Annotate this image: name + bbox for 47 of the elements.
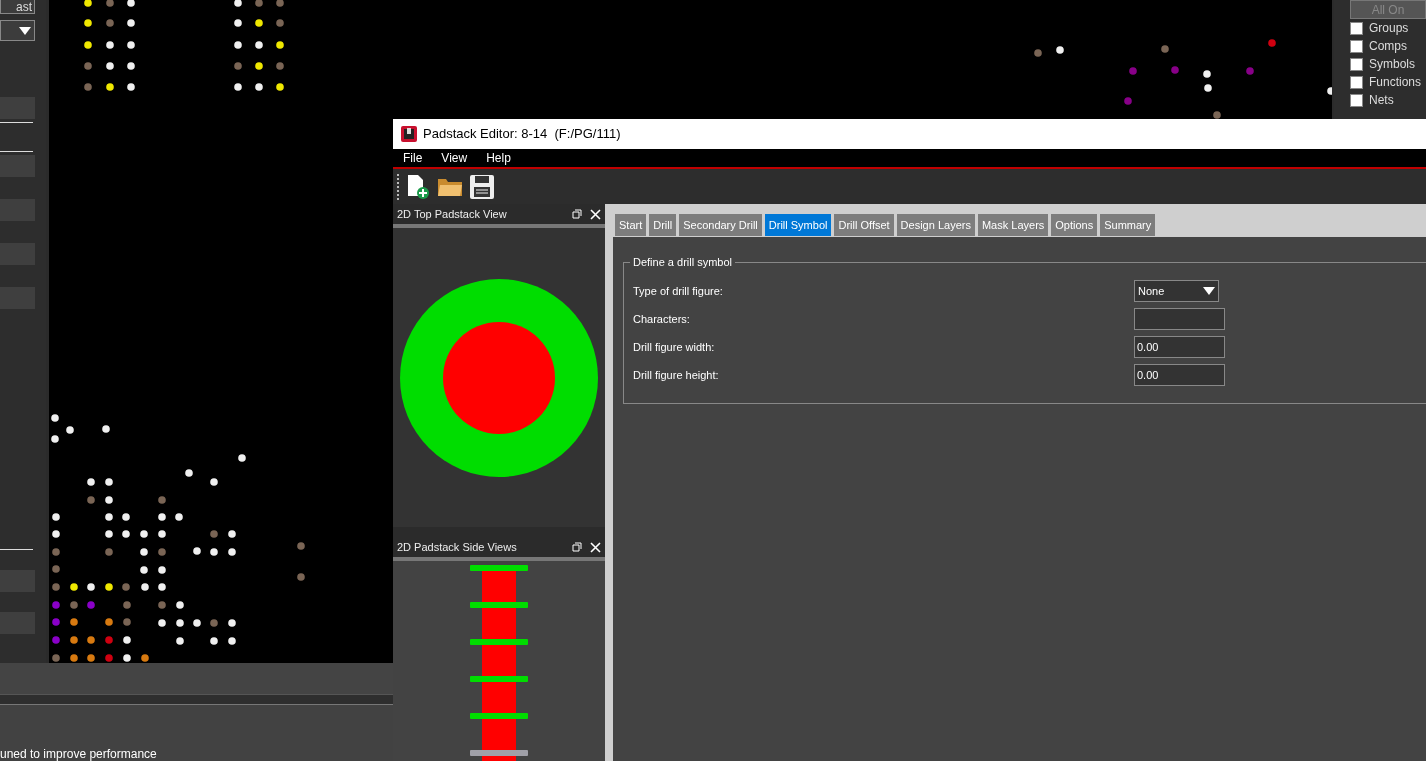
dropdown[interactable]: None — [1134, 280, 1219, 302]
caret-icon — [19, 26, 31, 35]
layer-label: Functions — [1369, 74, 1422, 91]
tab[interactable]: Mask Layers — [977, 214, 1049, 236]
menu-item[interactable]: File — [395, 149, 431, 167]
menu-item[interactable]: Help — [478, 149, 519, 167]
toolbar-button[interactable]: ast — [0, 0, 35, 14]
tab[interactable]: Design Layers — [896, 214, 975, 236]
status-message: uned to improve performance — [0, 747, 157, 761]
close-icon[interactable] — [590, 541, 601, 553]
group-title: Define a drill symbol — [630, 255, 736, 269]
tab[interactable]: Summary — [1100, 214, 1156, 236]
layer-label: Symbols — [1369, 56, 1415, 73]
checkbox[interactable] — [1350, 75, 1363, 89]
new-file-icon[interactable] — [405, 173, 431, 200]
caret-icon — [1203, 287, 1215, 295]
dropdown[interactable] — [0, 20, 35, 41]
tab[interactable]: Drill Symbol — [764, 214, 832, 236]
panel-title: 2D Top Padstack View — [397, 206, 507, 222]
tab[interactable]: Options — [1051, 214, 1098, 236]
panel-title: 2D Padstack Side Views — [397, 539, 517, 555]
field-label: Drill figure height: — [633, 367, 720, 383]
layer-label: Nets — [1369, 92, 1394, 109]
save-icon[interactable] — [469, 173, 495, 200]
field-label: Drill figure width: — [633, 339, 716, 355]
tab[interactable]: Secondary Drill — [679, 214, 762, 236]
layer-label: Groups — [1369, 20, 1409, 37]
tab[interactable]: Drill Offset — [834, 214, 894, 236]
field-label: Characters: — [633, 311, 691, 327]
app-icon — [401, 126, 417, 142]
tab[interactable]: Start — [615, 214, 647, 236]
checkbox[interactable] — [1350, 93, 1363, 107]
restore-icon[interactable] — [572, 209, 582, 219]
input-field[interactable] — [1134, 308, 1225, 330]
input-field[interactable]: 0.00 — [1134, 336, 1225, 358]
field-label: Type of drill figure: — [633, 283, 724, 299]
menu-item[interactable]: View — [433, 149, 476, 167]
input-field[interactable]: 0.00 — [1134, 364, 1225, 386]
checkbox[interactable] — [1350, 21, 1363, 35]
tab[interactable]: Drill — [649, 214, 677, 236]
splitter-bar[interactable] — [0, 695, 393, 705]
layer-label: Comps — [1369, 38, 1407, 55]
checkbox[interactable] — [1350, 39, 1363, 53]
restore-icon[interactable] — [572, 542, 582, 552]
window-title: Padstack Editor: 8-14 (F:/PG/111) — [423, 125, 621, 144]
close-icon[interactable] — [590, 208, 601, 220]
checkbox[interactable] — [1350, 57, 1363, 71]
